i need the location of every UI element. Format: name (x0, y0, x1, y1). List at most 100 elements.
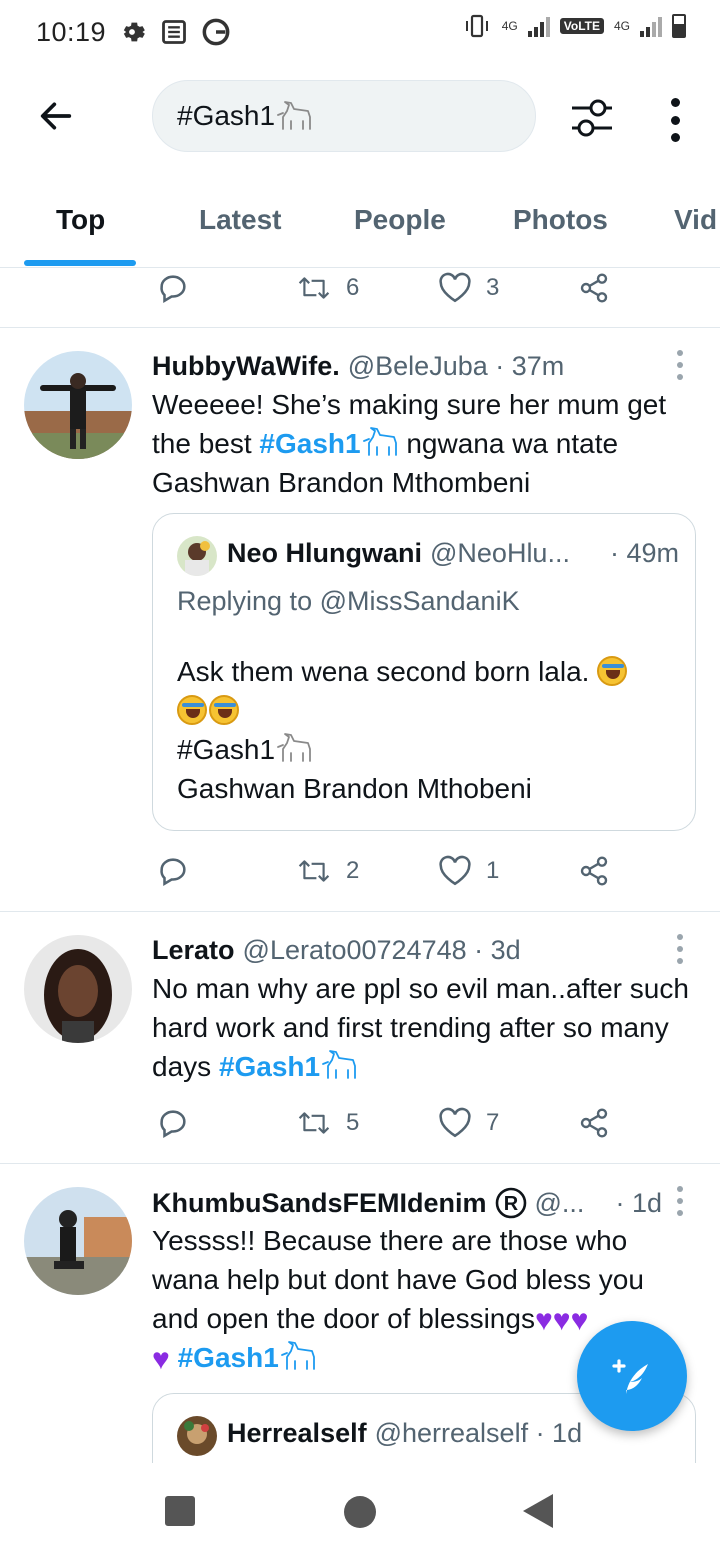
like-button[interactable]: 1 (438, 855, 499, 887)
quote-avatar[interactable] (177, 536, 217, 576)
signal-icon-1 (527, 15, 550, 37)
tweet-more-button[interactable] (674, 1186, 686, 1216)
tweet-more-button[interactable] (674, 934, 686, 964)
tweet-more-button[interactable] (674, 350, 686, 380)
display-name[interactable]: Lerato (152, 935, 235, 966)
registered-icon: R (495, 1187, 526, 1219)
reply-icon (160, 275, 186, 304)
search-input[interactable]: #Gash1 (152, 80, 536, 152)
recent-apps-button[interactable] (165, 1496, 195, 1526)
status-time: 10:19 (36, 16, 107, 47)
hashtag-link[interactable]: #Gash1 (219, 1051, 320, 1082)
tweet-actions: 2 1 (152, 851, 672, 891)
sliders-icon (572, 99, 612, 137)
signal-icon-2 (640, 15, 662, 37)
battery-icon (672, 14, 686, 38)
tab-top[interactable]: Top (56, 204, 105, 236)
handle: @... (534, 1187, 585, 1218)
heart-icon (439, 272, 471, 303)
share-button[interactable] (578, 1107, 610, 1139)
hashtag-link[interactable]: #Gash1 (259, 428, 360, 459)
svg-text:R: R (503, 1193, 518, 1215)
quoted-tweet[interactable]: Neo Hlungwani @NeoHlu... · 49m Replying … (152, 513, 696, 831)
tweet-time: · 1d (615, 1187, 662, 1218)
share-button[interactable] (578, 272, 610, 304)
display-name[interactable]: KhumbuSandsFEMIdenim (152, 1188, 487, 1219)
tweet-hubbywawife[interactable]: HubbyWaWife. @BeleJuba · 37m Weeeee! She… (0, 328, 720, 911)
system-back-button[interactable] (523, 1494, 553, 1528)
retweet-button[interactable]: 2 (296, 856, 359, 886)
tweet-header: Lerato @Lerato00724748 · 3d (152, 935, 662, 966)
arrow-left-icon (40, 102, 72, 130)
reply-button[interactable] (156, 854, 190, 888)
avatar[interactable] (24, 351, 132, 459)
retweet-count: 6 (346, 274, 360, 301)
active-tab-indicator (24, 260, 136, 266)
status-bar: 10:19 4G VoLTE 4G (0, 0, 720, 64)
avatar[interactable] (24, 935, 132, 1043)
tab-photos[interactable]: Photos (513, 204, 608, 236)
purple-heart-emoji-icon: ♥ (152, 1343, 170, 1376)
search-header: #Gash1 (0, 64, 720, 174)
goat-emoji-icon (362, 427, 397, 456)
heart-icon (439, 1107, 471, 1138)
retweet-icon (298, 860, 330, 882)
quote-text-line: Ask them wena second born lala. (177, 656, 590, 687)
avatar[interactable] (24, 1187, 132, 1295)
tab-videos[interactable]: Vid (674, 204, 717, 236)
network-label-2: 4G (613, 19, 630, 33)
share-icon (580, 856, 608, 886)
overflow-menu-button[interactable] (660, 94, 690, 146)
share-icon (580, 273, 608, 303)
replying-to: Replying to @MissSandaniK (177, 586, 520, 616)
reply-button[interactable] (156, 1106, 190, 1140)
like-button[interactable]: 7 (438, 1107, 499, 1139)
handle-and-time: @BeleJuba · 37m (347, 351, 565, 381)
goat-emoji-icon (322, 1050, 357, 1079)
tweet-actions: 5 7 (152, 1103, 672, 1143)
quote-avatar[interactable] (177, 1416, 217, 1456)
settings-gear-icon (123, 22, 145, 42)
hashtag-link[interactable]: #Gash1 (178, 1342, 279, 1373)
tweet-text: Weeeee! She’s making sure her mum get th… (152, 385, 697, 502)
share-icon (580, 1108, 608, 1138)
search-query: #Gash1 (177, 100, 276, 131)
network-label-1: 4G (501, 19, 518, 33)
quote-text-line: #Gash1 (177, 734, 276, 765)
retweet-button[interactable]: 5 (296, 1108, 359, 1138)
reply-button[interactable] (156, 271, 190, 305)
volte-badge: VoLTE (559, 18, 604, 34)
display-name[interactable]: HubbyWaWife. (152, 351, 340, 382)
compose-feather-icon (612, 1359, 648, 1394)
tweet-text: No man why are ppl so evil man..after su… (152, 969, 697, 1086)
quote-text-line: Gashwan Brandon Mthobeni (177, 773, 532, 804)
rofl-emoji-icon (597, 656, 628, 686)
back-button[interactable] (30, 90, 82, 142)
tab-latest[interactable]: Latest (199, 204, 281, 236)
rofl-emoji-icon (177, 695, 207, 725)
quote-header: Neo Hlungwani @NeoHlu... · 49m (227, 538, 679, 569)
home-button[interactable] (344, 1496, 376, 1528)
retweet-button[interactable]: 6 (296, 273, 359, 303)
heart-icon (439, 855, 471, 886)
tweet-feed[interactable]: 6 3 HubbyWaWife. @BeleJuba · 37m Weeeee!… (0, 268, 720, 1463)
system-nav-bar (0, 1463, 720, 1560)
compose-tweet-button[interactable] (577, 1321, 687, 1431)
reply-icon (160, 1110, 186, 1139)
tweet-lerato[interactable]: Lerato @Lerato00724748 · 3d No man why a… (0, 912, 720, 1163)
search-tabs: Top Latest People Photos Vid (0, 174, 720, 268)
quote-handle: @NeoHlu... (430, 538, 570, 568)
like-count: 7 (486, 1109, 500, 1136)
retweet-icon (298, 277, 330, 299)
reply-icon (160, 858, 186, 887)
tab-people[interactable]: People (354, 204, 446, 236)
share-button[interactable] (578, 855, 610, 887)
tweet-actions: 6 3 (152, 268, 672, 308)
quote-text: Ask them wena second born lala. #Gash1 G… (177, 652, 677, 808)
retweet-count: 5 (346, 1109, 360, 1136)
like-button[interactable]: 3 (438, 272, 499, 304)
like-count: 1 (486, 857, 500, 884)
goat-emoji-icon (277, 733, 311, 762)
quote-time: · 49m (609, 538, 679, 568)
search-filter-button[interactable] (566, 92, 618, 144)
